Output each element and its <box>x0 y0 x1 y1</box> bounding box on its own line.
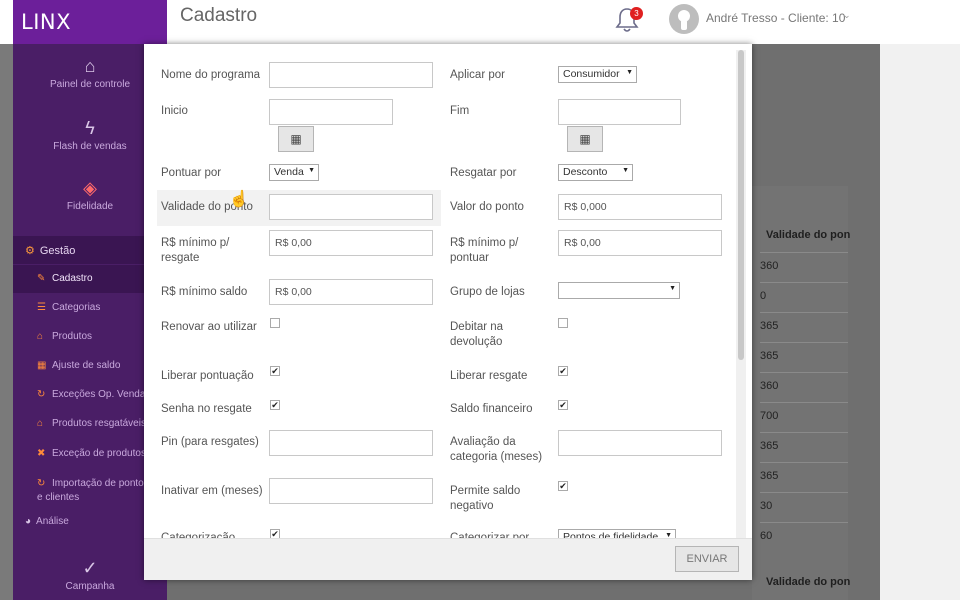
refresh-icon: ↻ <box>37 389 46 400</box>
page-gutter <box>880 0 960 600</box>
sidebar-item-label: Flash de vendas <box>53 141 127 152</box>
saldo-financeiro-checkbox[interactable]: ✔ <box>558 400 568 410</box>
grupo-lojas-label: Grupo de lojas <box>450 286 525 298</box>
liberar-pontuacao-checkbox[interactable]: ✔ <box>270 366 280 376</box>
modal-scrollbar-thumb[interactable] <box>738 50 744 360</box>
app-logo[interactable]: LINX RESHOP <box>13 0 167 78</box>
grupo-lojas-select[interactable] <box>558 282 680 299</box>
avaliacao-label: Avaliação da categoria (meses) <box>450 436 543 463</box>
minimo-saldo-label: R$ mínimo saldo <box>161 286 248 298</box>
page-title: Cadastro <box>180 5 258 26</box>
valor-ponto-input[interactable]: R$ 0,000 <box>558 194 722 220</box>
background-table-cell: 365 <box>760 462 848 492</box>
fim-date-input[interactable] <box>558 99 681 125</box>
debitar-label: Debitar na devolução <box>450 321 504 348</box>
inicio-label: Inicio <box>161 105 188 117</box>
background-table-cell: 30 <box>760 492 848 522</box>
sliders-icon: ☰ <box>37 302 46 313</box>
user-avatar[interactable] <box>669 4 699 34</box>
sidebar-section-label: Gestão <box>39 245 76 257</box>
pencil-icon: ✎ <box>37 273 46 284</box>
sidebar-item-label: Produtos resgatáveis <box>52 418 146 429</box>
liberar-resgate-checkbox[interactable]: ✔ <box>558 366 568 376</box>
sidebar-item-label: Categorias <box>52 302 101 313</box>
inativar-input[interactable] <box>269 478 433 504</box>
refresh-icon: ↻ <box>37 478 46 489</box>
background-table-header: Validade do pon <box>766 229 851 241</box>
modal-footer <box>144 538 752 580</box>
nome-programa-label: Nome do programa <box>161 69 261 81</box>
liberar-pontuacao-label: Liberar pontuação <box>161 370 254 382</box>
minimo-saldo-input[interactable]: R$ 0,00 <box>269 279 433 305</box>
avaliacao-input[interactable] <box>558 430 722 456</box>
user-menu-label[interactable]: André Tresso - Cliente: 10 <box>706 11 845 25</box>
background-table-cell: 360 <box>760 252 848 282</box>
sidebar-item-label: Ajuste de saldo <box>52 360 121 371</box>
resgatar-por-label: Resgatar por <box>450 167 517 179</box>
x-icon: ✖ <box>37 448 46 459</box>
permite-negativo-checkbox[interactable]: ✔ <box>558 481 568 491</box>
validade-ponto-input[interactable] <box>269 194 433 220</box>
cogs-icon: ⚙ <box>25 245 35 257</box>
lock-icon: ⌂ <box>37 418 44 429</box>
resgatar-por-select[interactable]: Desconto <box>558 164 633 181</box>
hand-cursor-icon: ☝ <box>229 191 249 208</box>
saldo-financeiro-label: Saldo financeiro <box>450 403 533 415</box>
fim-label: Fim <box>450 105 470 117</box>
renovar-label: Renovar ao utilizar <box>161 321 257 333</box>
aplicar-por-select[interactable]: Consumidor <box>558 66 637 83</box>
nome-programa-input[interactable] <box>269 62 433 88</box>
pontuar-por-select[interactable]: Venda <box>269 164 319 181</box>
background-table-cell: 0 <box>760 282 848 312</box>
permite-negativo-label: Permite saldo negativo <box>450 485 521 512</box>
pin-input[interactable] <box>269 430 433 456</box>
background-table-cell: 365 <box>760 432 848 462</box>
send-button[interactable]: ENVIAR <box>675 546 739 572</box>
sidebar-item-label: Exceções Op. Venda <box>52 389 146 400</box>
minimo-pontuar-input[interactable]: R$ 0,00 <box>558 230 722 256</box>
senha-resgate-checkbox[interactable]: ✔ <box>270 400 280 410</box>
lock-icon: ⌂ <box>37 331 44 342</box>
aplicar-por-label: Aplicar por <box>450 69 505 81</box>
fim-calendar-icon[interactable]: ▦ <box>567 126 603 152</box>
sidebar-item-label: Análise <box>36 516 69 527</box>
sidebar-item-label: Importação de pontos e clientes <box>37 478 149 503</box>
calculator-icon: ▦ <box>37 360 47 371</box>
pie-chart-icon: ◕ <box>25 516 32 527</box>
debitar-checkbox[interactable] <box>558 318 568 328</box>
sidebar-item-label: Cadastro <box>52 273 93 284</box>
sidebar-item-label: Produtos <box>52 331 93 342</box>
inativar-label: Inativar em (meses) <box>161 485 263 497</box>
minimo-pontuar-label: R$ mínimo p/ pontuar <box>450 237 519 264</box>
chevron-down-icon[interactable]: ⌄ <box>843 10 851 21</box>
background-table-cell: 365 <box>760 312 848 342</box>
background-table-cell: 60 <box>760 522 848 552</box>
background-table-cell: 360 <box>760 372 848 402</box>
minimo-resgate-input[interactable]: R$ 0,00 <box>269 230 433 256</box>
valor-ponto-label: Valor do ponto <box>450 201 524 213</box>
pin-label: Pin (para resgates) <box>161 436 259 448</box>
background-table-footer-header: Validade do pon <box>766 576 851 588</box>
sidebar-item-label: Exceção de produtos <box>52 448 146 459</box>
background-table-cell: 700 <box>760 402 848 432</box>
pontuar-por-label: Pontuar por <box>161 167 222 179</box>
senha-resgate-label: Senha no resgate <box>161 403 252 415</box>
inicio-date-input[interactable] <box>269 99 393 125</box>
sidebar-item-label: Fidelidade <box>66 201 114 212</box>
sidebar-item-label: Campanha <box>65 581 115 592</box>
inicio-calendar-icon[interactable]: ▦ <box>278 126 314 152</box>
sidebar-item-label: Painel de controle <box>49 79 131 90</box>
renovar-checkbox[interactable] <box>270 318 280 328</box>
notification-badge: 3 <box>630 7 643 20</box>
liberar-resgate-label: Liberar resgate <box>450 370 528 382</box>
minimo-resgate-label: R$ mínimo p/ resgate <box>161 237 230 264</box>
background-table-cell: 365 <box>760 342 848 372</box>
